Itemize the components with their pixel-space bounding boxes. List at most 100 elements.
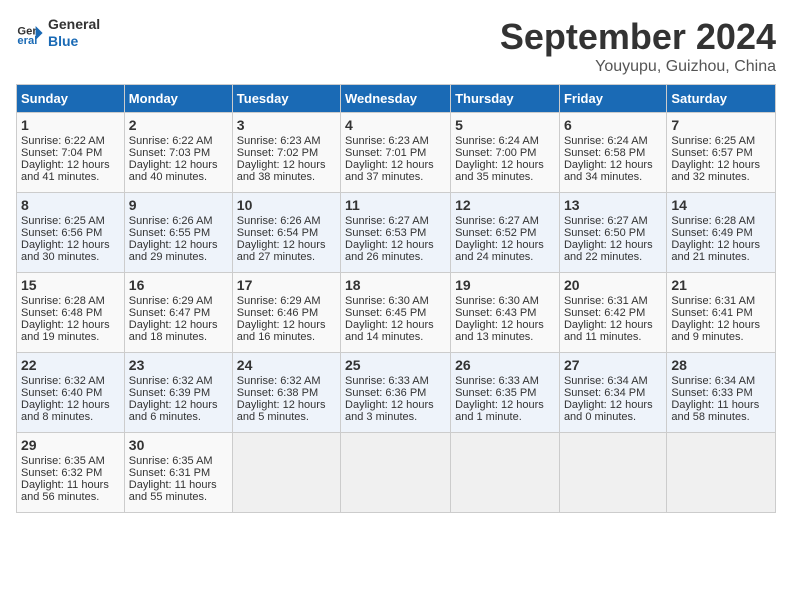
daylight-label: Daylight: 12 hours and 24 minutes. [455,239,544,263]
sunrise: Sunrise: 6:34 AM [564,375,648,387]
calendar-cell: 1Sunrise: 6:22 AMSunset: 7:04 PMDaylight… [17,113,125,193]
header-tuesday: Tuesday [232,85,340,113]
calendar-cell [667,433,776,513]
calendar-cell: 9Sunrise: 6:26 AMSunset: 6:55 PMDaylight… [124,193,232,273]
sunrise: Sunrise: 6:29 AM [129,295,213,307]
calendar-week-row: 1 Sunrise: 6:22 AMSunset: 7:04 PM Daylight… [17,113,776,193]
day-number: 13 [564,197,662,213]
calendar-cell: 4Sunrise: 6:23 AMSunset: 7:01 PMDaylight… [341,113,451,193]
sunset: Sunset: 6:47 PM [129,307,210,319]
calendar-cell [232,433,340,513]
sunrise: Sunrise: 6:25 AM [671,135,755,147]
calendar-cell: 13Sunrise: 6:27 AMSunset: 6:50 PMDayligh… [559,193,666,273]
month-title: September 2024 [500,16,776,58]
logo-icon: Gen eral [16,19,44,47]
daylight-label: Daylight: 12 hours and 38 minutes. [237,159,326,183]
daylight-label: Daylight: 12 hours and 3 minutes. [345,399,434,423]
daylight-label: Daylight: 12 hours and 37 minutes. [345,159,434,183]
sunrise: Sunrise: 6:32 AM [21,375,105,387]
day-number: 3 [237,117,336,133]
title-area: September 2024 Youyupu, Guizhou, China [500,16,776,76]
daylight-label: Daylight: 12 hours and 29 minutes. [129,239,218,263]
calendar-cell: 28Sunrise: 6:34 AMSunset: 6:33 PMDayligh… [667,353,776,433]
calendar-week-row: 22Sunrise: 6:32 AMSunset: 6:40 PMDayligh… [17,353,776,433]
sunset: Sunset: 6:43 PM [455,307,536,319]
sunset: Sunset: 6:50 PM [564,227,645,239]
sunset: Sunset: 7:00 PM [455,147,536,159]
sunrise: Sunrise: 6:31 AM [564,295,648,307]
daylight-label: Daylight: 12 hours and 8 minutes. [21,399,110,423]
day-number: 15 [21,277,120,293]
sunset: Sunset: 6:32 PM [21,467,102,479]
daylight-label: Daylight: 12 hours and 14 minutes. [345,319,434,343]
calendar-cell: 27Sunrise: 6:34 AMSunset: 6:34 PMDayligh… [559,353,666,433]
day-number: 8 [21,197,120,213]
sunrise: Sunrise: 6:22 AM [21,135,105,147]
day-number: 9 [129,197,228,213]
sunrise: Sunrise: 6:27 AM [564,215,648,227]
sunset: Sunset: 6:46 PM [237,307,318,319]
calendar-cell: 5Sunrise: 6:24 AMSunset: 7:00 PMDaylight… [451,113,560,193]
calendar-cell: 29Sunrise: 6:35 AMSunset: 6:32 PMDayligh… [17,433,125,513]
sunrise: Sunrise: 6:30 AM [455,295,539,307]
calendar-cell: 18Sunrise: 6:30 AMSunset: 6:45 PMDayligh… [341,273,451,353]
sunrise: Sunrise: 6:34 AM [671,375,755,387]
day-number: 6 [564,117,662,133]
sunset: Sunset: 6:56 PM [21,227,102,239]
sunrise: Sunrise: 6:25 AM [21,215,105,227]
sunrise: Sunrise: 6:23 AM [237,135,321,147]
day-number: 24 [237,357,336,373]
sunrise: Sunrise: 6:27 AM [345,215,429,227]
daylight-label: Daylight: 12 hours and 11 minutes. [564,319,653,343]
calendar-cell: 26Sunrise: 6:33 AMSunset: 6:35 PMDayligh… [451,353,560,433]
daylight-label: Daylight: 12 hours and 21 minutes. [671,239,760,263]
day-number: 28 [671,357,771,373]
daylight-label: Daylight: 12 hours and 34 minutes. [564,159,653,183]
daylight-label: Daylight: 12 hours and 16 minutes. [237,319,326,343]
calendar-cell [341,433,451,513]
daylight-label: Daylight: 12 hours and 5 minutes. [237,399,326,423]
calendar-cell: 2Sunrise: 6:22 AMSunset: 7:03 PMDaylight… [124,113,232,193]
sunrise: Sunrise: 6:24 AM [564,135,648,147]
sunset: Sunset: 6:45 PM [345,307,426,319]
sunrise: Sunrise: 6:29 AM [237,295,321,307]
sunset: Sunset: 6:31 PM [129,467,210,479]
header-friday: Friday [559,85,666,113]
day-number: 25 [345,357,446,373]
header-saturday: Saturday [667,85,776,113]
calendar-cell: 7Sunrise: 6:25 AMSunset: 6:57 PMDaylight… [667,113,776,193]
sunrise: Sunrise: 6:33 AM [345,375,429,387]
day-number: 5 [455,117,555,133]
calendar-cell: 22Sunrise: 6:32 AMSunset: 6:40 PMDayligh… [17,353,125,433]
sunset: Sunset: 6:35 PM [455,387,536,399]
day-number: 1 [21,117,120,133]
header-monday: Monday [124,85,232,113]
sunrise: Sunrise: 6:32 AM [129,375,213,387]
logo: Gen eral General Blue [16,16,100,50]
calendar-cell: 24Sunrise: 6:32 AMSunset: 6:38 PMDayligh… [232,353,340,433]
calendar-cell: 23Sunrise: 6:32 AMSunset: 6:39 PMDayligh… [124,353,232,433]
sunset: Sunset: 6:40 PM [21,387,102,399]
sunrise: Sunrise: 6:35 AM [21,455,105,467]
sunrise: Sunrise: 6:32 AM [237,375,321,387]
day-number: 29 [21,437,120,453]
day-number: 14 [671,197,771,213]
day-number: 10 [237,197,336,213]
daylight-label: Daylight: 12 hours and 6 minutes. [129,399,218,423]
sunrise: Sunrise: 6:27 AM [455,215,539,227]
daylight-label: Daylight: 12 hours and 35 minutes. [455,159,544,183]
sunset: Sunset: 6:48 PM [21,307,102,319]
location-title: Youyupu, Guizhou, China [500,58,776,76]
day-number: 11 [345,197,446,213]
day-number: 17 [237,277,336,293]
sunset: Sunset: 6:33 PM [671,387,752,399]
calendar-cell: 17 Sunrise: 6:29 AMSunset: 6:46 PMDayligh… [232,273,340,353]
day-number: 23 [129,357,228,373]
sunset: Sunset: 7:04 PM [21,147,102,159]
sunset: Sunset: 6:57 PM [671,147,752,159]
sunset: Sunset: 6:42 PM [564,307,645,319]
daylight-label: Daylight: 12 hours and 1 minute. [455,399,544,423]
calendar-cell: 8Sunrise: 6:25 AMSunset: 6:56 PMDaylight… [17,193,125,273]
sunset: Sunset: 6:34 PM [564,387,645,399]
day-number: 21 [671,277,771,293]
